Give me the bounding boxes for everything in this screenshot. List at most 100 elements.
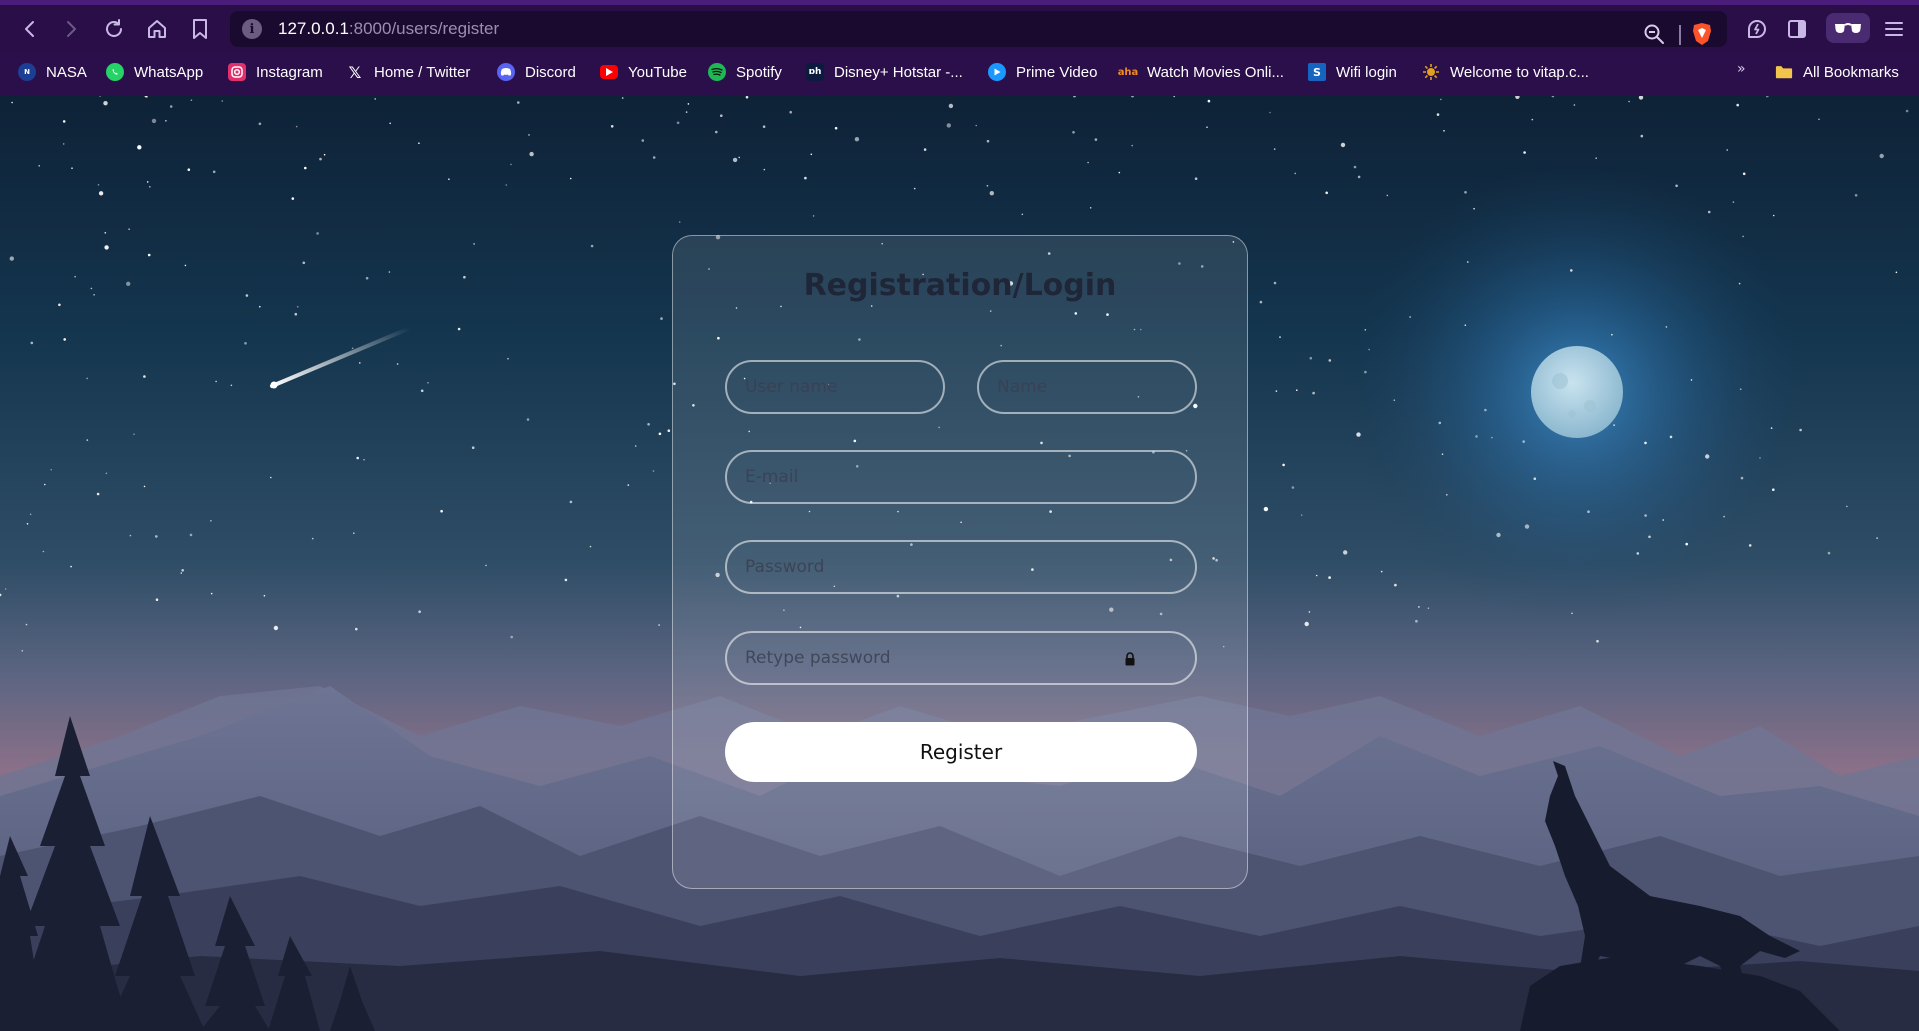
menu-icon[interactable] bbox=[1880, 15, 1908, 43]
star bbox=[685, 111, 688, 113]
star bbox=[126, 281, 131, 286]
star bbox=[1748, 544, 1752, 547]
star bbox=[259, 305, 261, 308]
star bbox=[295, 125, 298, 128]
star bbox=[302, 261, 306, 265]
star bbox=[187, 168, 191, 171]
page-viewport: Registration/Login Register bbox=[0, 96, 1919, 1031]
name-input[interactable] bbox=[977, 360, 1197, 414]
star bbox=[569, 177, 572, 180]
star bbox=[762, 125, 766, 128]
star bbox=[1263, 506, 1269, 512]
star bbox=[660, 317, 663, 320]
star bbox=[181, 569, 184, 572]
bookmark-spotify[interactable]: Spotify bbox=[708, 59, 782, 85]
url-text[interactable]: 127.0.0.1:8000/users/register bbox=[278, 19, 499, 39]
star bbox=[1876, 537, 1878, 539]
star bbox=[1386, 194, 1389, 197]
star bbox=[1736, 103, 1739, 107]
star bbox=[789, 110, 792, 114]
star bbox=[1364, 329, 1367, 331]
star bbox=[1533, 477, 1537, 481]
star bbox=[1312, 391, 1315, 395]
star bbox=[1522, 440, 1525, 443]
star bbox=[1291, 486, 1295, 489]
star bbox=[244, 342, 247, 345]
star bbox=[1484, 408, 1487, 412]
username-input[interactable] bbox=[725, 360, 945, 414]
star bbox=[105, 472, 108, 475]
star bbox=[1393, 399, 1396, 402]
star bbox=[1206, 126, 1208, 128]
bookmark-vitap[interactable]: Welcome to vitap.c... bbox=[1422, 59, 1589, 85]
star bbox=[1818, 118, 1820, 121]
bookmark-nasa[interactable]: N NASA bbox=[18, 59, 87, 85]
sidebar-icon[interactable] bbox=[1783, 15, 1811, 43]
star bbox=[1364, 370, 1367, 374]
leo-ai-icon[interactable] bbox=[1743, 15, 1771, 43]
back-icon[interactable] bbox=[16, 15, 44, 43]
star bbox=[1282, 463, 1285, 467]
forward-icon[interactable] bbox=[57, 15, 85, 43]
email-input[interactable] bbox=[725, 450, 1197, 504]
star bbox=[388, 271, 391, 273]
x-logo-icon: 𝕏 bbox=[348, 62, 362, 82]
bookmark-prime-video[interactable]: Prime Video bbox=[988, 59, 1097, 85]
bookmark-watch-movies[interactable]: aha Watch Movies Onli... bbox=[1118, 59, 1284, 85]
star bbox=[1021, 213, 1024, 216]
all-bookmarks-folder[interactable]: All Bookmarks bbox=[1775, 59, 1899, 85]
star bbox=[1669, 435, 1673, 439]
star bbox=[1523, 151, 1526, 154]
bookmark-twitter[interactable]: 𝕏 Home / Twitter bbox=[346, 59, 471, 85]
home-icon[interactable] bbox=[143, 15, 171, 43]
bookmark-whatsapp[interactable]: WhatsApp bbox=[106, 59, 203, 85]
more-bookmarks-chevron[interactable]: » bbox=[1737, 61, 1746, 77]
star bbox=[1357, 175, 1361, 179]
site-info-icon[interactable]: i bbox=[242, 19, 262, 39]
star bbox=[1118, 171, 1121, 174]
zoom-icon[interactable] bbox=[1640, 20, 1668, 48]
bookmark-hotstar[interactable]: ɒh Disney+ Hotstar -... bbox=[806, 59, 963, 85]
star bbox=[25, 623, 28, 626]
reader-glasses-icon[interactable] bbox=[1826, 13, 1870, 43]
star bbox=[1628, 100, 1630, 103]
star bbox=[1294, 172, 1296, 175]
star bbox=[389, 122, 392, 125]
bookmark-instagram[interactable]: Instagram bbox=[228, 59, 323, 85]
star bbox=[457, 327, 461, 331]
star bbox=[1304, 621, 1309, 627]
star bbox=[1309, 356, 1313, 360]
star bbox=[1707, 210, 1711, 214]
lock-icon bbox=[1125, 652, 1135, 666]
star bbox=[98, 191, 104, 196]
star bbox=[42, 550, 45, 553]
star bbox=[1328, 576, 1331, 579]
star bbox=[30, 341, 34, 345]
star bbox=[720, 114, 723, 117]
address-bar[interactable]: i 127.0.0.1:8000/users/register bbox=[230, 11, 1727, 47]
star bbox=[715, 130, 718, 134]
bookmark-discord[interactable]: Discord bbox=[497, 59, 576, 85]
star bbox=[1636, 552, 1640, 555]
star bbox=[26, 523, 29, 525]
star bbox=[1611, 333, 1613, 336]
bookmark-youtube[interactable]: YouTube bbox=[600, 59, 687, 85]
star bbox=[230, 384, 233, 387]
bookmark-icon[interactable] bbox=[186, 15, 214, 43]
star bbox=[104, 245, 109, 250]
brave-shield-icon[interactable] bbox=[1688, 20, 1716, 48]
star bbox=[29, 513, 32, 516]
reload-icon[interactable] bbox=[100, 15, 128, 43]
star bbox=[1473, 207, 1475, 210]
star bbox=[1259, 300, 1263, 304]
star bbox=[738, 156, 740, 159]
star bbox=[473, 243, 475, 245]
star bbox=[44, 483, 46, 486]
star bbox=[1570, 269, 1573, 272]
star bbox=[667, 429, 671, 433]
star bbox=[359, 362, 361, 364]
star bbox=[1279, 336, 1281, 338]
register-button[interactable]: Register bbox=[725, 722, 1197, 782]
bookmark-wifi-login[interactable]: S Wifi login bbox=[1308, 59, 1397, 85]
password-input[interactable] bbox=[725, 540, 1197, 594]
